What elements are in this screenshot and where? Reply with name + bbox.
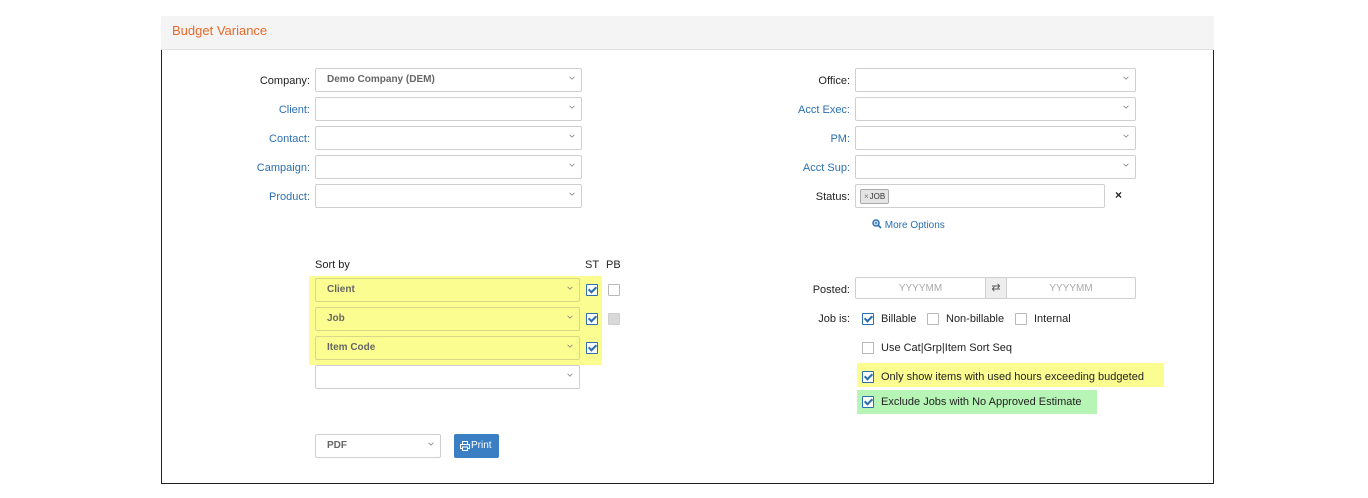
status-label: Status: [815,191,850,203]
print-label: Print [471,440,492,451]
posted-to-input[interactable]: YYYYMM [1006,277,1136,299]
status-multiselect[interactable] [855,184,1105,208]
chevron-down-icon [567,344,573,348]
chevron-down-icon [569,163,575,167]
chevron-down-icon [1123,76,1129,80]
more-options-link[interactable]: More Options [872,219,945,231]
swap-icon: ⇄ [991,282,1001,294]
panel-header: Budget Variance [161,16,1214,50]
sort-select-3[interactable]: Item Code [315,336,580,360]
posted-to-placeholder: YYYYMM [1049,283,1093,294]
chevron-down-icon [567,373,573,377]
chevron-down-icon [567,286,573,290]
office-select[interactable] [855,68,1136,92]
chevron-down-icon [569,76,575,80]
tag-remove-icon[interactable]: × [864,192,869,201]
sort-pb-checkbox-2[interactable] [608,313,620,325]
chevron-down-icon [1123,134,1129,138]
only-show-checkbox[interactable] [862,371,874,383]
chevron-down-icon [567,315,573,319]
chevron-down-icon [1123,163,1129,167]
status-clear-icon[interactable]: × [1115,188,1122,202]
product-label[interactable]: Product: [160,191,310,203]
chevron-down-icon [569,134,575,138]
non-billable-checkbox[interactable] [927,313,939,325]
sort-by-title: Sort by [315,259,350,271]
status-tag: ×JOB [860,189,890,204]
sort-value-1: Client [327,284,355,295]
sort-st-checkbox-1[interactable] [586,284,598,296]
use-cat-label: Use Cat|Grp|Item Sort Seq [881,342,1013,354]
zoom-in-icon [872,219,882,229]
company-select[interactable]: Demo Company (DEM) [315,68,582,92]
sort-select-1[interactable]: Client [315,278,580,302]
office-label: Office: [818,75,850,87]
pm-label[interactable]: PM: [700,133,850,145]
output-format-value: PDF [327,440,347,451]
billable-label: Billable [881,313,917,325]
sort-value-2: Job [327,313,345,324]
sort-st-checkbox-3[interactable] [586,342,598,354]
non-billable-label: Non-billable [946,313,1005,325]
client-select[interactable] [315,97,582,121]
sort-st-checkbox-2[interactable] [586,313,598,325]
chevron-down-icon [428,442,434,446]
output-format-select[interactable]: PDF [315,434,441,458]
job-is-label: Job is: [818,313,850,325]
acct-sup-label[interactable]: Acct Sup: [700,162,850,174]
client-label[interactable]: Client: [160,104,310,116]
acct-exec-label[interactable]: Acct Exec: [700,104,850,116]
chevron-down-icon [1123,105,1129,109]
campaign-select[interactable] [315,155,582,179]
print-button[interactable]: Print [454,434,499,458]
sort-value-3: Item Code [327,342,376,353]
billable-checkbox[interactable] [862,313,874,325]
only-show-label: Only show items with used hours exceedin… [881,371,1144,383]
sort-pb-checkbox-1[interactable] [608,284,620,296]
printer-icon [460,441,470,451]
panel-title: Budget Variance [172,23,268,38]
st-header: ST [585,259,600,271]
status-tag-label: JOB [869,192,886,201]
chevron-down-icon [569,192,575,196]
campaign-label[interactable]: Campaign: [160,162,310,174]
internal-checkbox[interactable] [1015,313,1027,325]
posted-from-input[interactable]: YYYYMM [855,277,986,299]
product-select[interactable] [315,184,582,208]
company-value: Demo Company (DEM) [327,74,435,85]
posted-from-placeholder: YYYYMM [898,283,943,294]
contact-label[interactable]: Contact: [160,133,310,145]
contact-select[interactable] [315,126,582,150]
company-label: Company: [259,75,310,87]
swap-button[interactable]: ⇄ [985,277,1007,299]
acct-sup-select[interactable] [855,155,1136,179]
internal-label: Internal [1034,313,1071,325]
exclude-checkbox[interactable] [862,396,874,408]
exclude-label: Exclude Jobs with No Approved Estimate [881,396,1082,408]
pb-header: PB [606,259,621,271]
pm-select[interactable] [855,126,1136,150]
more-options-label: More Options [884,220,945,231]
chevron-down-icon [569,105,575,109]
sort-select-4[interactable] [315,365,580,389]
use-cat-checkbox[interactable] [862,342,874,354]
posted-label: Posted: [812,284,850,296]
acct-exec-select[interactable] [855,97,1136,121]
sort-select-2[interactable]: Job [315,307,580,331]
